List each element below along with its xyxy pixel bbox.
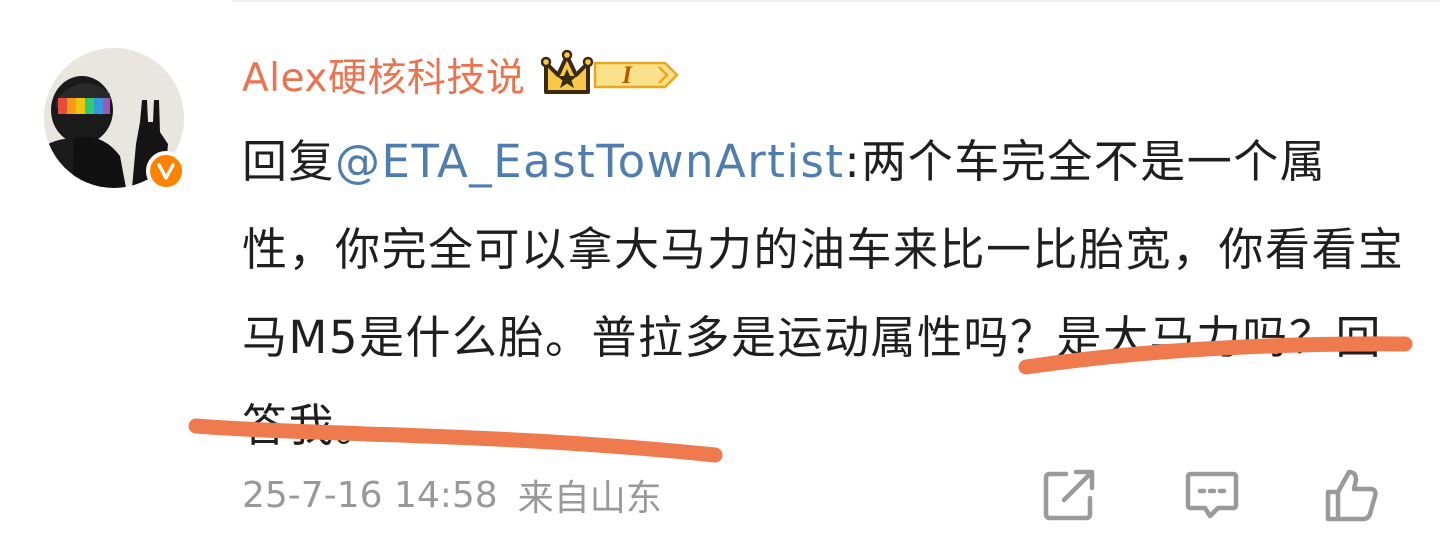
source-location: 来自山东	[517, 478, 662, 519]
author-name[interactable]: Alex硬核科技说	[242, 47, 525, 103]
share-icon	[1043, 469, 1095, 521]
author-row: Alex硬核科技说 I	[242, 44, 680, 106]
like-button[interactable]	[1322, 466, 1380, 524]
share-button[interactable]	[1040, 466, 1098, 524]
top-divider	[232, 0, 1440, 2]
comment-button[interactable]	[1183, 466, 1241, 524]
mention-link[interactable]: @ETA_EastTownArtist	[335, 135, 845, 188]
timestamp: 25-7-16 14:58	[242, 474, 498, 516]
member-badge-label: I	[622, 62, 634, 89]
reply-prefix: 回复	[242, 135, 336, 188]
like-icon	[1325, 469, 1378, 522]
comment-text: 回复@ETA_EastTownArtist:两个车完全不是一个属性，你完全可以拿…	[242, 118, 1412, 470]
comment-segment: 普拉多是运动属性吗？	[591, 311, 1057, 364]
comment-icon	[1185, 471, 1239, 519]
crown-badge-icon[interactable]: I	[541, 48, 680, 102]
verified-badge	[146, 151, 186, 191]
meta-row: 25-7-16 14:58 来自山东	[242, 468, 662, 522]
comment-segment: 是大马力吗？	[1056, 311, 1336, 364]
verified-v-icon	[157, 163, 175, 180]
